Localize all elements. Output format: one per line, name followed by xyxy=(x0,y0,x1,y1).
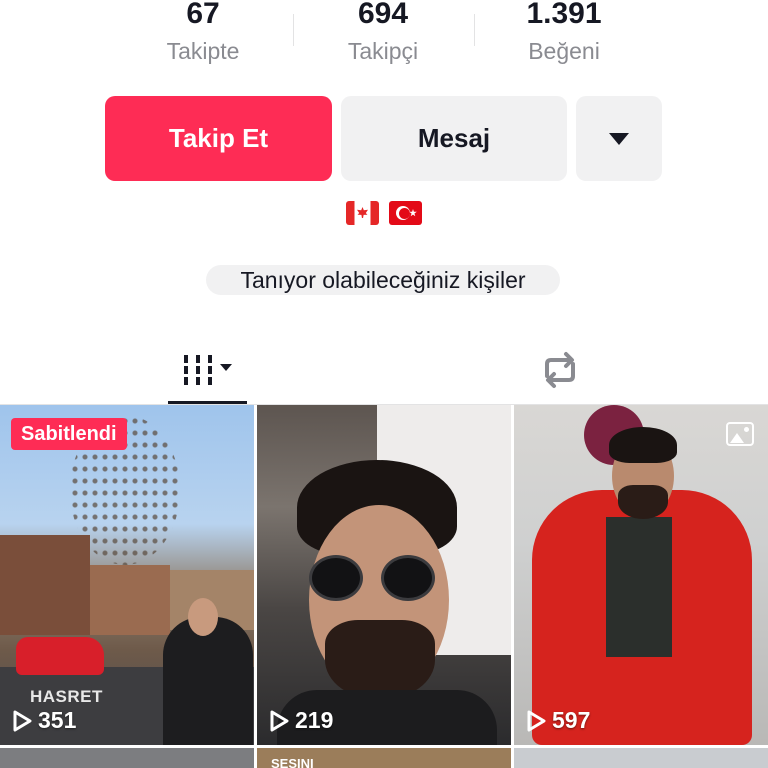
video-caption-overlay: HASRET xyxy=(30,687,103,706)
following-label: Takipte xyxy=(166,38,240,64)
face-image xyxy=(188,598,218,636)
view-count-value: 597 xyxy=(552,707,591,733)
followers-label: Takipçi xyxy=(347,38,419,64)
beard-image xyxy=(325,620,435,700)
photo-post-icon xyxy=(726,422,754,446)
hair-image xyxy=(609,427,677,463)
stat-following[interactable]: 67 Takipte xyxy=(113,0,293,66)
caret-down-icon xyxy=(609,132,629,145)
house-image xyxy=(90,565,170,635)
play-icon xyxy=(270,710,289,731)
video-thumbnail[interactable]: 219 xyxy=(257,405,511,745)
shirt-image xyxy=(606,517,672,657)
video-thumbnail[interactable] xyxy=(0,748,254,768)
view-count-value: 351 xyxy=(38,707,77,733)
likes-count: 1.391 xyxy=(526,0,602,30)
person-image xyxy=(163,617,253,745)
suggested-accounts-button[interactable]: Tanıyor olabileceğiniz kişiler xyxy=(206,265,560,295)
pinned-badge: Sabitlendi xyxy=(11,418,127,450)
following-count: 67 xyxy=(186,0,220,30)
play-icon xyxy=(527,710,546,731)
video-thumbnail[interactable]: 597 xyxy=(514,405,768,745)
sunglasses-image xyxy=(309,555,363,601)
message-button[interactable]: Mesaj xyxy=(341,96,567,181)
stat-likes[interactable]: 1.391 Beğeni xyxy=(474,0,654,66)
view-count-value: 219 xyxy=(295,707,334,733)
turkey-flag-icon xyxy=(389,201,422,225)
videos-grid-icon xyxy=(184,355,232,385)
canada-flag-icon xyxy=(346,201,379,225)
video-thumbnail[interactable] xyxy=(514,748,768,768)
followers-count: 694 xyxy=(357,0,409,30)
view-count: 597 xyxy=(526,707,590,734)
video-thumbnail[interactable]: Sabitlendi HASRET 351 xyxy=(0,405,254,745)
likes-label: Beğeni xyxy=(528,38,600,64)
tab-reposts[interactable] xyxy=(520,335,600,405)
video-caption-overlay: SESINI xyxy=(271,756,314,768)
profile-stats: 67 Takipte 694 Takipçi 1.391 Beğeni xyxy=(0,0,768,80)
video-thumbnail[interactable]: SESINI xyxy=(257,748,511,768)
repost-icon xyxy=(545,352,575,388)
view-count: 351 xyxy=(12,707,76,734)
house-image xyxy=(0,535,90,635)
bio-flags xyxy=(346,201,422,225)
tab-videos[interactable] xyxy=(168,335,248,405)
more-options-button[interactable] xyxy=(576,96,662,181)
beard-image xyxy=(618,485,668,519)
sunglasses-image xyxy=(381,555,435,601)
follow-button[interactable]: Takip Et xyxy=(105,96,332,181)
car-image xyxy=(16,637,104,675)
play-icon xyxy=(13,710,32,731)
view-count: 219 xyxy=(269,707,333,734)
stat-followers[interactable]: 694 Takipçi xyxy=(293,0,473,66)
